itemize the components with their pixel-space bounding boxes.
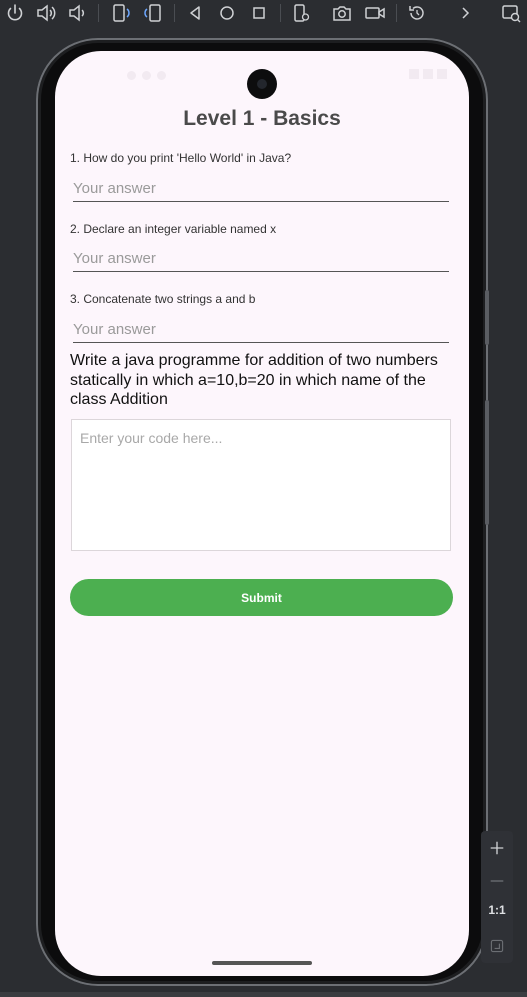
screenshot-icon[interactable] xyxy=(331,2,353,24)
toolbar-separator xyxy=(396,4,397,22)
coding-prompt: Write a java programme for addition of t… xyxy=(70,352,438,408)
question-1-label: 1. How do you print 'Hello World' in Jav… xyxy=(70,151,292,165)
battery-icon xyxy=(437,69,447,79)
screen-record-icon[interactable] xyxy=(364,2,386,24)
rotate-right-icon[interactable] xyxy=(142,2,164,24)
page-title: Level 1 - Basics xyxy=(183,107,341,130)
device-volume-button xyxy=(485,400,489,525)
question-2-answer-input[interactable] xyxy=(73,245,449,272)
question-3-answer-input[interactable] xyxy=(73,316,449,343)
toolbar-separator xyxy=(98,4,99,22)
power-icon[interactable] xyxy=(4,2,26,24)
code-input[interactable] xyxy=(71,419,451,551)
emulator-toolbar xyxy=(0,0,527,28)
signal-icon xyxy=(423,69,433,79)
toolbar-separator xyxy=(174,4,175,22)
wifi-icon xyxy=(409,69,419,79)
overview-icon[interactable] xyxy=(248,2,270,24)
snapshot-icon[interactable] xyxy=(406,2,428,24)
back-icon[interactable] xyxy=(184,2,206,24)
question-3-label: 3. Concatenate two strings a and b xyxy=(70,292,256,306)
extended-controls-icon[interactable] xyxy=(500,2,522,24)
volume-down-icon[interactable] xyxy=(66,2,88,24)
device-settings-icon[interactable] xyxy=(290,2,312,24)
home-icon[interactable] xyxy=(216,2,238,24)
gesture-home-indicator[interactable] xyxy=(212,961,312,965)
zoom-in-icon[interactable] xyxy=(481,833,513,863)
more-icon[interactable] xyxy=(454,2,476,24)
rotate-left-icon[interactable] xyxy=(110,2,132,24)
notification-icons xyxy=(127,71,166,80)
question-2-label: 2. Declare an integer variable named x xyxy=(70,222,277,236)
notification-icon xyxy=(127,71,136,80)
volume-up-icon[interactable] xyxy=(35,2,57,24)
device-power-button xyxy=(485,290,489,345)
status-bar xyxy=(55,51,469,99)
submit-button[interactable]: Submit xyxy=(70,579,453,616)
question-1-answer-input[interactable] xyxy=(73,175,449,202)
notification-icon xyxy=(157,71,166,80)
zoom-controls: 1:1 xyxy=(481,831,513,963)
fit-screen-icon[interactable] xyxy=(481,931,513,961)
system-icons xyxy=(409,69,447,79)
notification-icon xyxy=(142,71,151,80)
front-camera xyxy=(247,69,277,99)
zoom-ratio-label[interactable]: 1:1 xyxy=(481,903,513,917)
device-screen: Level 1 - Basics 1. How do you print 'He… xyxy=(55,51,469,976)
toolbar-separator xyxy=(280,4,281,22)
emulator-bottom-edge xyxy=(0,992,527,997)
zoom-out-icon[interactable] xyxy=(481,866,513,896)
